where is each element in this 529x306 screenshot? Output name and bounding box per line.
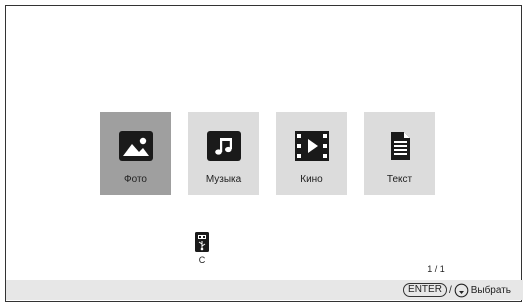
movie-icon [294,131,329,161]
photo-icon [118,131,153,161]
select-hint-label: Выбрать [470,284,511,296]
media-type-menu: Фото Музыка Кино Текст [100,112,435,195]
text-document-icon [390,132,410,160]
hint-separator: / [448,284,452,296]
device-label: C [198,255,206,265]
tab-text[interactable]: Текст [364,112,435,195]
footer-bar: ENTER / Выбрать [6,280,523,300]
music-icon [206,131,241,161]
tab-movie[interactable]: Кино [276,112,347,195]
enter-key-badge: ENTER [403,283,447,297]
usb-drive-icon [195,232,209,252]
page-indicator: 1 / 1 [427,264,445,274]
tab-photo[interactable]: Фото [100,112,171,195]
tab-music[interactable]: Музыка [188,112,259,195]
tab-music-label: Музыка [205,174,242,185]
tab-text-label: Текст [386,174,413,185]
select-button-icon [454,283,469,297]
key-hint: ENTER / Выбрать [403,283,511,297]
usb-device-item[interactable]: C [189,232,215,272]
tab-photo-label: Фото [124,174,147,185]
tab-movie-label: Кино [300,174,323,185]
